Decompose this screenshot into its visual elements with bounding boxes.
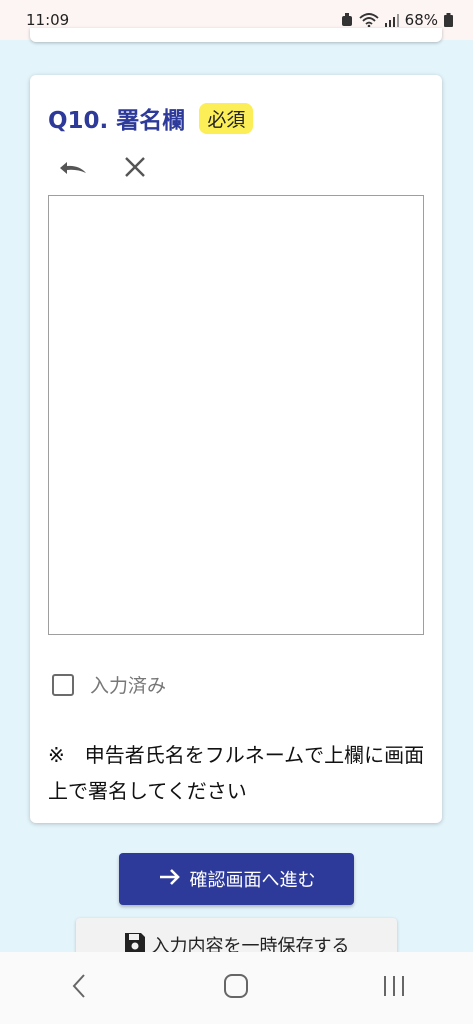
previous-question-card bbox=[30, 28, 442, 42]
signal-icon bbox=[384, 13, 399, 27]
recents-icon bbox=[381, 974, 407, 1002]
signature-pad[interactable] bbox=[48, 195, 424, 635]
required-badge: 必須 bbox=[199, 102, 254, 134]
undo-icon bbox=[57, 156, 89, 182]
question-card: Q10. 署名欄 必須 入力済み ※ 申告者氏名をフルネームで上欄に画面上で署名… bbox=[30, 75, 442, 823]
battery-icon bbox=[444, 13, 453, 27]
undo-button[interactable] bbox=[56, 155, 90, 183]
battery-percent: 68% bbox=[404, 11, 438, 29]
close-icon bbox=[124, 156, 146, 182]
confirm-button-label: 確認画面へ進む bbox=[189, 870, 316, 891]
home-nav-button[interactable] bbox=[206, 963, 266, 1013]
completed-checkbox[interactable] bbox=[52, 673, 74, 696]
completed-checkbox-row[interactable]: 入力済み bbox=[52, 671, 166, 698]
alarm-icon bbox=[341, 13, 353, 27]
clear-button[interactable] bbox=[118, 155, 152, 183]
recents-nav-button[interactable] bbox=[364, 963, 424, 1013]
confirm-button[interactable]: 確認画面へ進む bbox=[119, 853, 354, 905]
chevron-left-icon bbox=[71, 973, 87, 1003]
signature-toolbar bbox=[56, 155, 152, 183]
completed-checkbox-label: 入力済み bbox=[90, 675, 167, 697]
arrow-right-icon bbox=[158, 867, 182, 892]
back-nav-button[interactable] bbox=[49, 963, 109, 1013]
wifi-icon bbox=[359, 13, 379, 27]
system-nav-bar bbox=[0, 952, 473, 1024]
question-label: Q10. 署名欄 bbox=[48, 108, 186, 134]
form-background: Q10. 署名欄 必須 入力済み ※ 申告者氏名をフルネームで上欄に画面上で署名… bbox=[0, 28, 473, 958]
status-icons: 68% bbox=[341, 11, 453, 29]
status-time: 11:09 bbox=[26, 11, 70, 29]
signature-note: ※ 申告者氏名をフルネームで上欄に画面上で署名してください bbox=[48, 743, 425, 803]
home-icon bbox=[223, 973, 249, 1003]
question-title: Q10. 署名欄 必須 bbox=[48, 101, 254, 135]
